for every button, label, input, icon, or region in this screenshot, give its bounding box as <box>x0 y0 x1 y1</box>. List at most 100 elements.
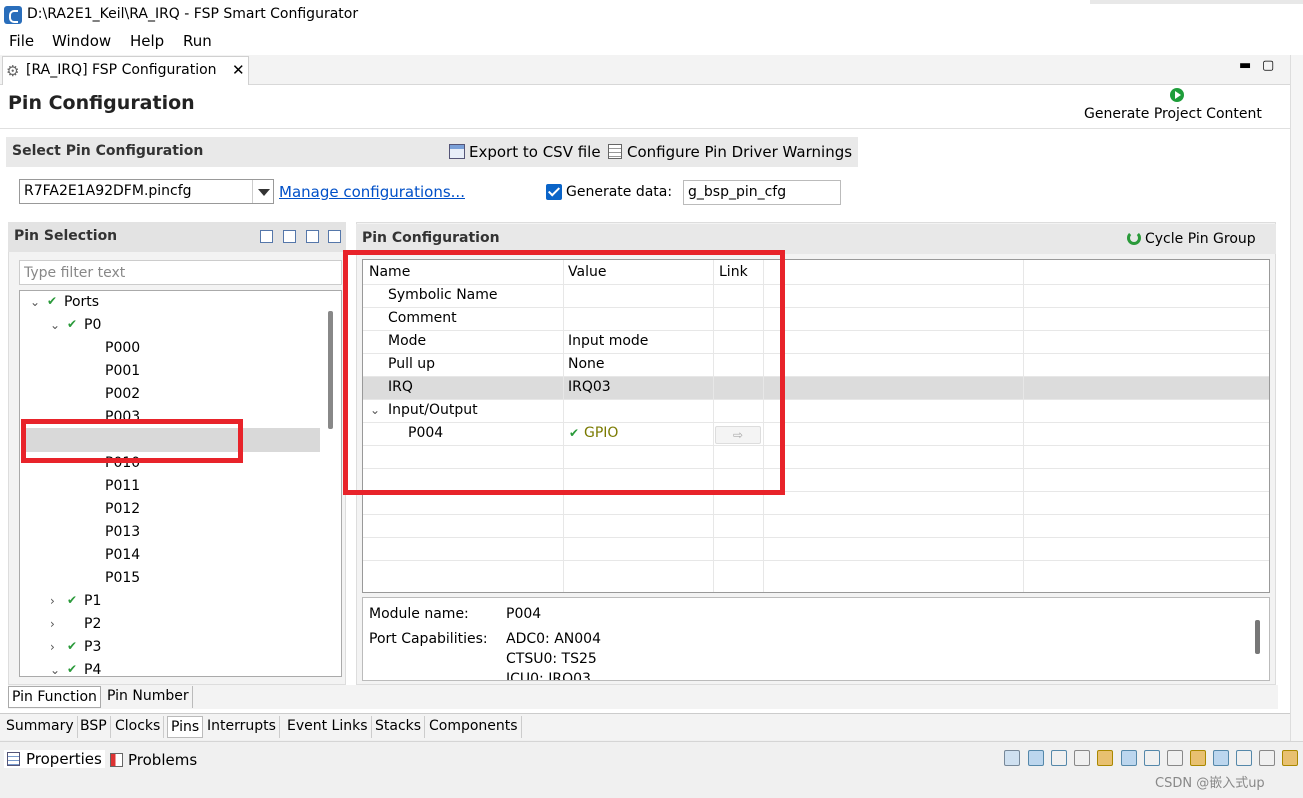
tree-item-label: P0 <box>84 317 102 333</box>
tab-interrupts[interactable]: Interrupts <box>204 716 280 738</box>
tree-item[interactable]: P000 <box>20 338 320 361</box>
chevron-down-icon[interactable]: ⌄ <box>50 663 60 676</box>
tab-problems[interactable]: Problems <box>110 751 197 769</box>
tab-problems-label: Problems <box>128 751 198 769</box>
filter-icon[interactable] <box>1051 750 1067 766</box>
tree-item[interactable]: P015 <box>20 568 320 591</box>
select-pin-config-title: Select Pin Configuration <box>12 143 204 159</box>
configure-pin-warnings-button[interactable]: Configure Pin Driver Warnings <box>608 143 852 161</box>
tree-item[interactable]: ⌄ ✔ P4 <box>20 660 320 676</box>
export-csv-label: Export to CSV file <box>469 143 601 161</box>
minimize-icon[interactable]: ▬ <box>1239 58 1251 73</box>
tree-item[interactable]: P014 <box>20 545 320 568</box>
title-shade <box>1090 0 1303 4</box>
info-scrollbar[interactable] <box>1255 620 1260 654</box>
tree-item-label: P1 <box>84 593 102 609</box>
tree-item[interactable]: P013 <box>20 522 320 545</box>
page-title: Pin Configuration <box>8 92 195 114</box>
pin-config-combo[interactable]: R7FA2E1A92DFM.pincfg <box>19 179 274 204</box>
tab-pin-function[interactable]: Pin Function <box>8 686 101 708</box>
gear-icon: ⚙ <box>6 62 20 80</box>
tree-item[interactable]: ⌄ ✔ P0 <box>20 315 320 338</box>
filter-icon[interactable] <box>1144 750 1160 766</box>
menu-help[interactable]: Help <box>130 32 164 50</box>
tree-view-icon[interactable] <box>1121 750 1137 766</box>
tree-item[interactable]: › ✔ P3 <box>20 637 320 660</box>
configure-pin-warnings-label: Configure Pin Driver Warnings <box>627 143 853 161</box>
grid-row-line <box>363 514 1269 515</box>
export-csv-button[interactable]: Export to CSV file <box>449 143 601 161</box>
tab-event-links[interactable]: Event Links <box>284 716 372 738</box>
pin-config-title: Pin Configuration <box>362 230 500 246</box>
maximize-icon[interactable]: ▢ <box>1262 58 1274 73</box>
tab-clocks[interactable]: Clocks <box>112 716 165 738</box>
tree-item[interactable]: P012 <box>20 499 320 522</box>
tree-item[interactable]: P002 <box>20 384 320 407</box>
annotation-box-config <box>343 250 785 495</box>
chevron-right-icon[interactable]: › <box>50 594 55 608</box>
chevron-down-icon[interactable]: ⌄ <box>50 318 60 332</box>
menu-file[interactable]: File <box>9 32 34 50</box>
pin-selection-tabs <box>8 685 1278 709</box>
warnings-config-icon <box>608 144 622 159</box>
menu-bar: File Window Help Run <box>0 29 1303 55</box>
sort-alpha-icon[interactable] <box>328 230 341 243</box>
tree-item-label: P001 <box>105 363 141 379</box>
filter-icon[interactable] <box>1236 750 1252 766</box>
cycle-icon <box>1127 231 1141 245</box>
pin-filter[interactable] <box>19 260 342 285</box>
tree-view-icon[interactable] <box>1213 750 1229 766</box>
generate-data-checkbox[interactable] <box>546 184 562 200</box>
generate-data-input[interactable]: g_bsp_pin_cfg <box>683 180 841 205</box>
tree-item-label: P015 <box>105 570 141 586</box>
close-icon[interactable]: ✕ <box>232 61 245 79</box>
module-name-label: Module name: <box>369 606 469 622</box>
chevron-right-icon[interactable]: › <box>50 640 55 654</box>
grid-row-line <box>363 537 1269 538</box>
pin-selection-title: Pin Selection <box>14 228 118 244</box>
pin-tree[interactable]: ⌄✔Ports⌄✔P0P000P001P002P003✔P004P010P011… <box>19 290 342 677</box>
tree-item[interactable]: P011 <box>20 476 320 499</box>
tree-item-label: P3 <box>84 639 102 655</box>
tree-item-label: P011 <box>105 478 141 494</box>
tab-summary[interactable]: Summary <box>3 716 78 738</box>
new-view-icon[interactable] <box>1004 750 1020 766</box>
tab-components[interactable]: Components <box>426 716 522 738</box>
expand-all-icon[interactable] <box>283 230 296 243</box>
pin-icon[interactable] <box>1097 750 1113 766</box>
editor-tab-fsp-configuration[interactable]: ⚙ [RA_IRQ] FSP Configuration ✕ <box>2 56 249 85</box>
combo-divider <box>252 180 253 203</box>
manage-configurations-link[interactable]: Manage configurations... <box>279 183 465 201</box>
pin-icon[interactable] <box>1190 750 1206 766</box>
search-icon[interactable] <box>1167 750 1183 766</box>
chevron-down-icon[interactable]: ⌄ <box>30 295 40 309</box>
pin-icon[interactable] <box>1282 750 1298 766</box>
tab-stacks[interactable]: Stacks <box>372 716 426 738</box>
tab-properties[interactable]: Properties <box>4 750 105 768</box>
cycle-pin-group-button[interactable]: Cycle Pin Group <box>1127 231 1256 247</box>
tree-item[interactable]: › P2 <box>20 614 320 637</box>
generate-data-value: g_bsp_pin_cfg <box>688 184 787 200</box>
pin-filter-input[interactable] <box>20 261 341 284</box>
editor-tab-label: [RA_IRQ] FSP Configuration <box>26 62 217 78</box>
chevron-right-icon[interactable]: › <box>50 617 55 631</box>
grid-column-line <box>1023 260 1024 592</box>
tab-pin-number[interactable]: Pin Number <box>104 686 193 708</box>
generate-project-content-button[interactable]: Generate Project Content <box>1084 106 1262 122</box>
generate-run-icon[interactable] <box>1170 88 1184 102</box>
chevron-down-icon[interactable] <box>258 189 270 196</box>
tree-view-icon[interactable] <box>1028 750 1044 766</box>
tree-item[interactable]: ⌄ ✔ Ports <box>20 292 320 315</box>
menu-run[interactable]: Run <box>183 32 212 50</box>
show-list-icon[interactable] <box>260 230 273 243</box>
tab-pins[interactable]: Pins <box>167 716 204 738</box>
tree-scrollbar[interactable] <box>328 311 333 429</box>
pin-info-panel: Module name: P004 Port Capabilities: ADC… <box>362 597 1270 681</box>
tree-item[interactable]: › ✔ P1 <box>20 591 320 614</box>
tab-bsp[interactable]: BSP <box>77 716 111 738</box>
search-icon[interactable] <box>1074 750 1090 766</box>
collapse-all-icon[interactable] <box>306 230 319 243</box>
tree-item[interactable]: P001 <box>20 361 320 384</box>
menu-window[interactable]: Window <box>52 32 111 50</box>
search-icon[interactable] <box>1259 750 1275 766</box>
